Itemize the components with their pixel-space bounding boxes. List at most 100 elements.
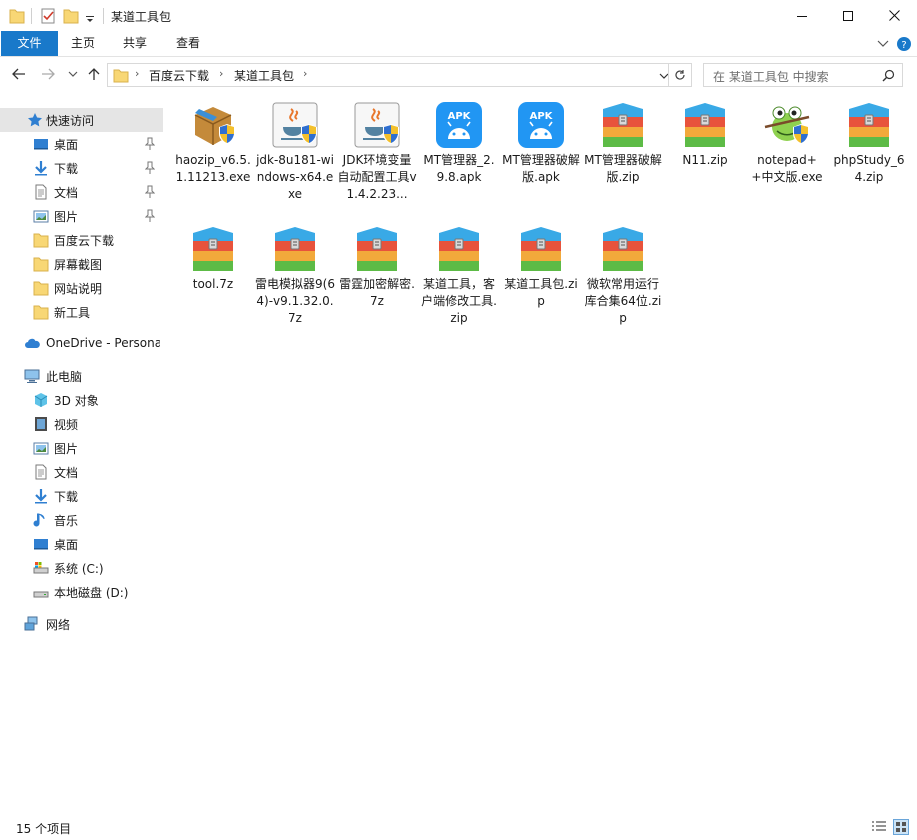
file-item[interactable]: MT管理器破解版.zip xyxy=(583,101,663,186)
nav-item-videos[interactable]: 视频 xyxy=(0,412,163,436)
customize-toolbar-icon[interactable] xyxy=(85,10,95,28)
breadcrumb-item[interactable]: 某道工具包 xyxy=(234,67,294,84)
breadcrumb-separator[interactable]: › xyxy=(303,67,307,80)
nav-item-documents[interactable]: 文档 xyxy=(0,180,163,204)
folder-icon[interactable] xyxy=(9,7,25,25)
nav-item-desktop-pc[interactable]: 桌面 xyxy=(0,532,163,556)
nav-item-pictures[interactable]: 图片 xyxy=(0,204,163,228)
properties-icon[interactable] xyxy=(40,7,56,25)
tab-view[interactable]: 查看 xyxy=(167,31,209,56)
nav-label: 视频 xyxy=(54,418,79,432)
file-item[interactable]: phpStudy_64.zip xyxy=(829,101,909,186)
window-title: 某道工具包 xyxy=(111,10,172,24)
nav-this-pc[interactable]: 此电脑 xyxy=(0,364,163,388)
breadcrumb-item[interactable]: 百度云下载 xyxy=(149,67,209,84)
refresh-button[interactable] xyxy=(668,63,692,87)
status-bar: 15 个项目 xyxy=(0,815,917,840)
navigation-pane: 快速访问 桌面 下载 文档 图片 百度云下载 屏幕截图 网站说明 新工具 One… xyxy=(0,100,163,810)
file-name: notepad++中文版.exe xyxy=(751,153,823,184)
nav-item-desktop[interactable]: 桌面 xyxy=(0,132,163,156)
nav-item-drive-c[interactable]: 系统 (C:) xyxy=(0,556,163,580)
nav-item-baidu-downloads[interactable]: 百度云下载 xyxy=(0,228,163,252)
nav-item-pictures-pc[interactable]: 图片 xyxy=(0,436,163,460)
nav-quick-access[interactable]: 快速访问 xyxy=(0,108,163,132)
new-folder-icon[interactable] xyxy=(63,7,79,25)
tab-file[interactable]: 文件 xyxy=(1,31,58,56)
nav-item-3d-objects[interactable]: 3D 对象 xyxy=(0,388,163,412)
desktop-icon xyxy=(34,539,48,550)
breadcrumb-separator[interactable]: › xyxy=(219,67,223,80)
nav-item-drive-d[interactable]: 本地磁盘 (D:) xyxy=(0,580,163,604)
document-icon xyxy=(35,184,47,200)
forward-button[interactable] xyxy=(39,65,57,83)
tab-share[interactable]: 共享 xyxy=(114,31,156,56)
tab-home[interactable]: 主页 xyxy=(62,31,104,56)
file-name: MT管理器破解版.apk xyxy=(502,153,580,184)
ribbon: 文件 主页 共享 查看 ? xyxy=(0,31,917,57)
file-name: tool.7z xyxy=(192,277,234,291)
file-name: 微软常用运行库合集64位.zip xyxy=(584,277,662,325)
apk-icon: APK xyxy=(436,102,482,148)
folder-icon xyxy=(33,233,49,248)
nav-label: 百度云下载 xyxy=(54,234,115,248)
nav-label: 3D 对象 xyxy=(54,394,99,408)
picture-icon xyxy=(33,210,49,223)
minimize-button[interactable] xyxy=(779,0,825,31)
search-placeholder: 在 某道工具包 中搜索 xyxy=(713,70,829,84)
recent-locations-button[interactable] xyxy=(64,65,82,83)
up-button[interactable] xyxy=(85,65,103,83)
file-item[interactable]: 某道工具，客户端修改工具.zip xyxy=(419,225,499,327)
nav-item-downloads[interactable]: 下载 xyxy=(0,156,163,180)
pin-icon[interactable] xyxy=(145,161,155,175)
large-icons-view-icon[interactable] xyxy=(893,819,909,835)
apk-icon: APK xyxy=(518,102,564,148)
nav-label: 快速访问 xyxy=(46,114,95,128)
search-box[interactable]: 在 某道工具包 中搜索 xyxy=(703,63,903,87)
nav-item-site-notes[interactable]: 网站说明 xyxy=(0,276,163,300)
nav-network[interactable]: 网络 xyxy=(0,612,163,636)
network-icon xyxy=(24,616,38,631)
file-view: haozip_v6.5.1.11213.exe jdk-8u181-window… xyxy=(170,98,915,808)
details-view-icon[interactable] xyxy=(871,820,887,834)
file-item[interactable]: jdk-8u181-windows-x64.exe xyxy=(255,101,335,203)
file-item[interactable]: 雷电模拟器9(64)-v9.1.32.0.7z xyxy=(255,225,335,327)
nav-label: 桌面 xyxy=(54,138,79,152)
file-item[interactable]: tool.7z xyxy=(173,225,253,293)
nav-item-music[interactable]: 音乐 xyxy=(0,508,163,532)
address-bar[interactable]: › 百度云下载 › 某道工具包 › xyxy=(107,63,692,87)
nav-item-screenshots[interactable]: 屏幕截图 xyxy=(0,252,163,276)
pin-icon[interactable] xyxy=(145,185,155,199)
download-icon xyxy=(35,489,47,504)
file-item[interactable]: 雷霆加密解密.7z xyxy=(337,225,417,310)
folder-icon xyxy=(113,69,129,83)
nav-item-downloads-pc[interactable]: 下载 xyxy=(0,484,163,508)
pin-icon[interactable] xyxy=(145,137,155,151)
file-name: MT管理器破解版.zip xyxy=(584,153,662,184)
file-item[interactable]: 某道工具包.zip xyxy=(501,225,581,310)
title-bar: 某道工具包 xyxy=(0,0,917,31)
document-icon xyxy=(35,464,47,480)
breadcrumb-separator[interactable]: › xyxy=(135,67,139,80)
maximize-button[interactable] xyxy=(825,0,871,31)
pin-icon[interactable] xyxy=(145,209,155,223)
help-icon[interactable]: ? xyxy=(896,36,912,52)
installer-box-icon xyxy=(194,107,235,145)
file-item[interactable]: N11.zip xyxy=(665,101,745,169)
close-button[interactable] xyxy=(871,0,917,31)
nav-label: 屏幕截图 xyxy=(54,258,103,272)
file-item[interactable]: notepad++中文版.exe xyxy=(747,101,827,186)
back-button[interactable] xyxy=(10,65,28,83)
nav-label: 桌面 xyxy=(54,538,79,552)
nav-onedrive[interactable]: OneDrive - Persona xyxy=(0,332,163,356)
nav-label: 本地磁盘 (D:) xyxy=(54,586,129,600)
file-item[interactable]: 微软常用运行库合集64位.zip xyxy=(583,225,663,327)
archive-icon xyxy=(357,227,397,271)
file-item[interactable]: APK MT管理器破解版.apk xyxy=(501,101,581,186)
nav-item-new-tools[interactable]: 新工具 xyxy=(0,300,163,324)
expand-ribbon-icon[interactable] xyxy=(877,40,889,48)
file-item[interactable]: haozip_v6.5.1.11213.exe xyxy=(173,101,253,186)
nav-item-documents-pc[interactable]: 文档 xyxy=(0,460,163,484)
search-icon[interactable] xyxy=(882,69,895,82)
file-item[interactable]: APK MT管理器_2.9.8.apk xyxy=(419,101,499,186)
file-item[interactable]: JDK环境变量自动配置工具v1.4.2.23... xyxy=(337,101,417,203)
